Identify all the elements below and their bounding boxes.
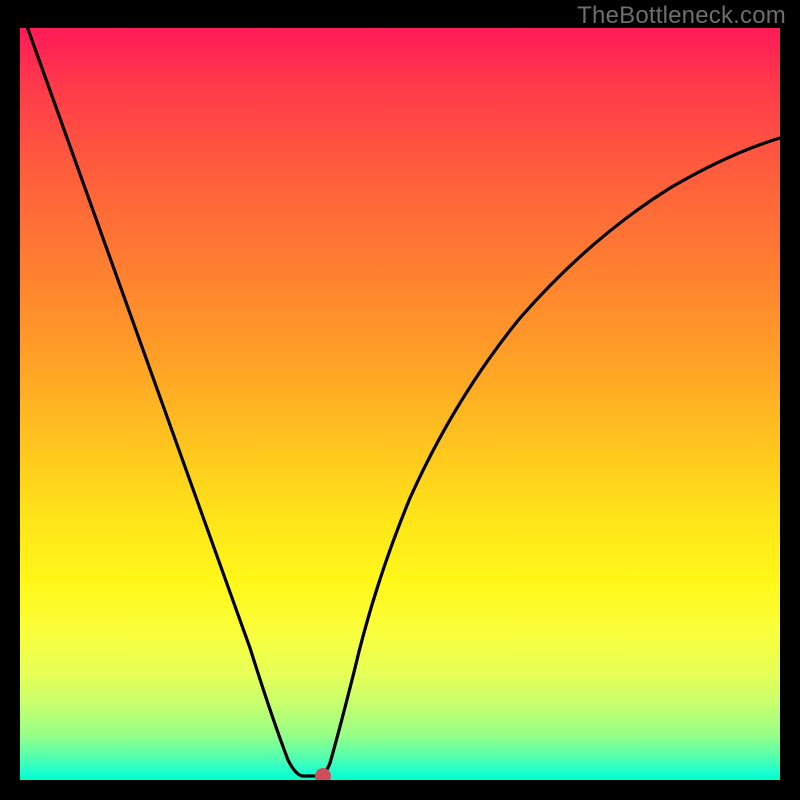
curve-left-branch [24, 28, 318, 776]
curve-svg [20, 28, 780, 780]
plot-area [20, 28, 780, 780]
chart-frame: TheBottleneck.com [0, 0, 800, 800]
trough-marker [315, 768, 331, 780]
curve-right-branch [318, 138, 780, 776]
watermark-text: TheBottleneck.com [577, 2, 786, 30]
